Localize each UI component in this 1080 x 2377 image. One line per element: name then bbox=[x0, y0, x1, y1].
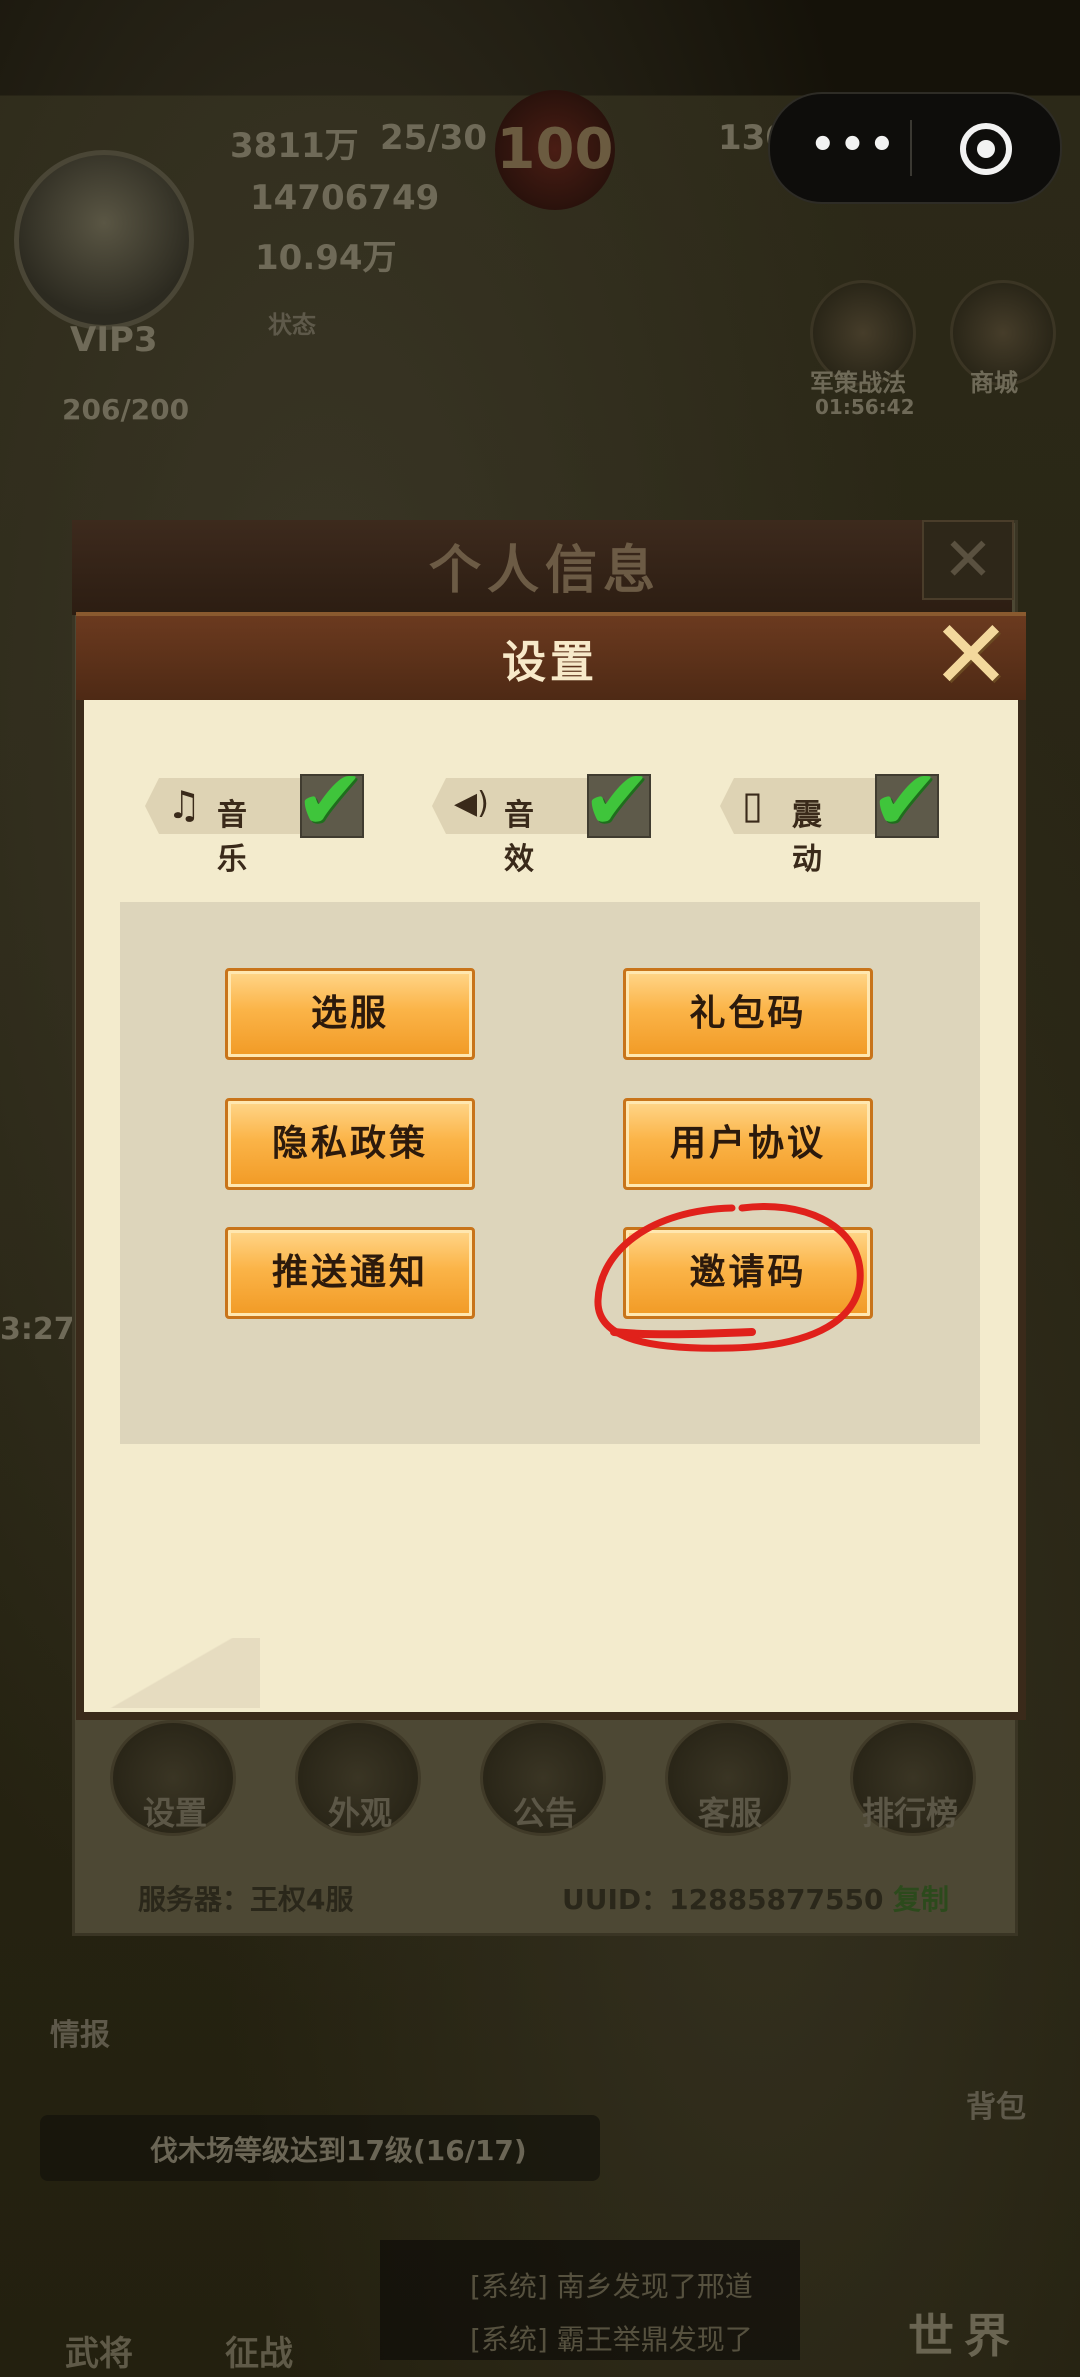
music-label: 音乐 bbox=[217, 798, 247, 877]
music-icon: ♫ bbox=[167, 783, 202, 827]
player-avatar bbox=[14, 150, 194, 330]
news-line-2: [系统] 霸王举鼎发现了 bbox=[470, 2323, 753, 2356]
power-value: 14706749 bbox=[250, 178, 440, 218]
user-agreement-button[interactable]: 用户协议 bbox=[623, 1098, 873, 1190]
intel-label: 情报 bbox=[50, 2018, 110, 2053]
sound-effect-label: 音效 bbox=[504, 798, 534, 877]
resource-gold: 3811万 bbox=[230, 126, 359, 166]
copy-uuid-link: 复制 bbox=[893, 1883, 950, 1916]
level-badge: 100 bbox=[495, 90, 615, 210]
close-miniprogram-icon[interactable] bbox=[960, 123, 1012, 175]
nav-world-label: 世界 bbox=[908, 2309, 1020, 2363]
vibration-check-icon: ✔ bbox=[870, 751, 941, 849]
settings-tab-label: 设置 bbox=[142, 1794, 207, 1832]
vibration-label: 震动 bbox=[792, 798, 822, 877]
side-timer: 3:27 bbox=[0, 1312, 75, 1347]
profile-panel-title: 个人信息 bbox=[428, 541, 661, 601]
gift-code-button[interactable]: 礼包码 bbox=[623, 968, 873, 1060]
notice-tab-label: 公告 bbox=[512, 1794, 577, 1832]
sound-effect-check-icon: ✔ bbox=[582, 751, 653, 849]
speaker-icon: ◀) bbox=[454, 786, 489, 821]
red-annotation-circle bbox=[594, 1203, 864, 1352]
close-icon[interactable]: ✕ bbox=[926, 607, 1016, 703]
bag-label: 背包 bbox=[966, 2090, 1026, 2125]
music-check-icon: ✔ bbox=[295, 751, 366, 849]
ranking-tab-label: 排行榜 bbox=[861, 1794, 958, 1832]
select-server-button[interactable]: 选服 bbox=[225, 968, 475, 1060]
appearance-tab-label: 外观 bbox=[327, 1794, 392, 1832]
vibrate-icon: ▯ bbox=[742, 783, 763, 827]
status-label: 状态 bbox=[268, 311, 316, 339]
nav-battle-label: 征战 bbox=[225, 2334, 293, 2374]
event-label: 军策战法 bbox=[810, 369, 906, 397]
dialog-corner-decoration bbox=[80, 1638, 260, 1708]
push-notification-button[interactable]: 推送通知 bbox=[225, 1227, 475, 1319]
event-timer: 01:56:42 bbox=[815, 395, 915, 419]
service-tab-label: 客服 bbox=[697, 1794, 762, 1832]
stamina-value: 206/200 bbox=[62, 393, 190, 426]
shop-label: 商城 bbox=[970, 369, 1018, 397]
privacy-policy-button[interactable]: 隐私政策 bbox=[225, 1098, 475, 1190]
uuid-label: UUID：12885877550 bbox=[562, 1883, 884, 1916]
server-label: 服务器：王权4服 bbox=[138, 1883, 354, 1916]
capsule-divider bbox=[910, 120, 912, 176]
profile-close-icon: ✕ bbox=[922, 520, 1014, 600]
news-line-1: [系统] 南乡发现了邢道 bbox=[470, 2270, 753, 2303]
resource-food: 10.94万 bbox=[255, 238, 397, 278]
vip-badge: VIP3 bbox=[70, 320, 158, 360]
quest-text: 伐木场等级达到17级(16/17) bbox=[150, 2134, 527, 2167]
nav-generals-label: 武将 bbox=[65, 2334, 133, 2374]
more-menu-icon[interactable]: ••• bbox=[810, 122, 899, 168]
troop-count: 25/30 bbox=[380, 118, 488, 158]
settings-dialog-title: 设置 bbox=[502, 637, 598, 688]
miniprogram-capsule: ••• bbox=[768, 92, 1062, 204]
